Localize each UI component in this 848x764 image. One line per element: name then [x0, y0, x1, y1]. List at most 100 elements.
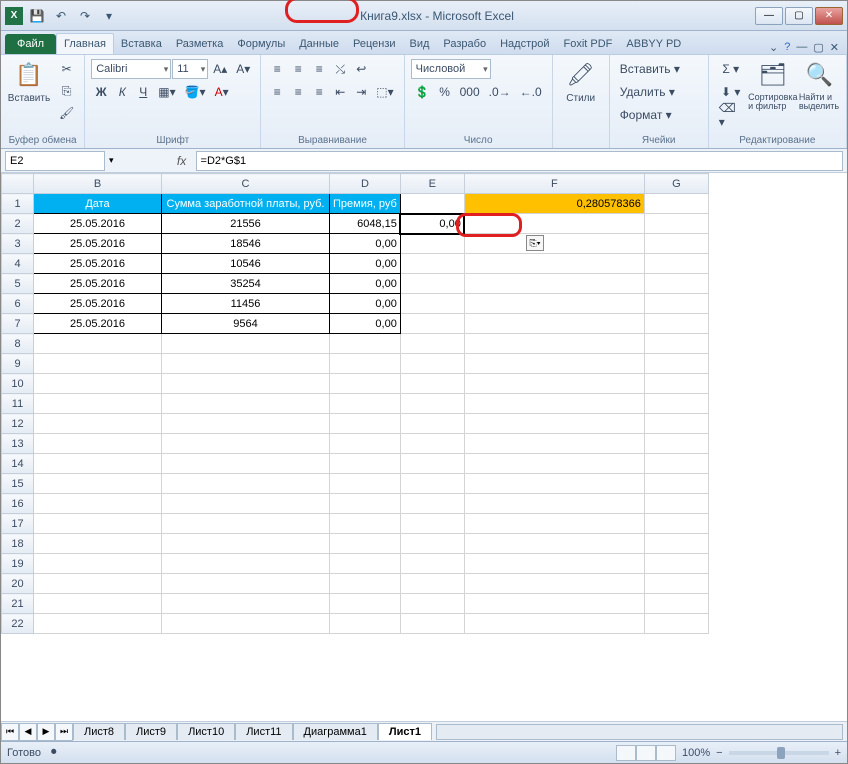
cell-D3[interactable]: 0,00: [330, 234, 401, 254]
zoom-in-button[interactable]: +: [835, 747, 841, 759]
cell-G6[interactable]: [644, 294, 708, 314]
cell-B5[interactable]: 25.05.2016: [34, 274, 162, 294]
cell-F19[interactable]: [464, 554, 644, 574]
name-box-dropdown-icon[interactable]: ▾: [109, 155, 114, 166]
border-button[interactable]: ▦▾: [154, 82, 179, 102]
cell-E4[interactable]: [400, 254, 464, 274]
cell-B20[interactable]: [34, 574, 162, 594]
cell-D21[interactable]: [330, 594, 401, 614]
decrease-font-button[interactable]: A▾: [232, 59, 254, 79]
cell-G18[interactable]: [644, 534, 708, 554]
row-header-2[interactable]: 2: [2, 214, 34, 234]
close-button[interactable]: ✕: [815, 7, 843, 25]
cell-B11[interactable]: [34, 394, 162, 414]
cell-C12[interactable]: [162, 414, 330, 434]
select-all-cell[interactable]: [2, 174, 34, 194]
autosum-button[interactable]: Σ ▾: [715, 59, 747, 79]
macro-record-icon[interactable]: ⏺: [51, 746, 57, 759]
minimize-ribbon-icon[interactable]: ⌄: [769, 41, 778, 54]
row-header-17[interactable]: 17: [2, 514, 34, 534]
tab-insert[interactable]: Вставка: [114, 34, 169, 54]
cell-E8[interactable]: [400, 334, 464, 354]
file-tab[interactable]: Файл: [5, 34, 56, 54]
align-right-button[interactable]: ≡: [309, 82, 329, 102]
cell-G1[interactable]: [644, 194, 708, 214]
cell-C4[interactable]: 10546: [162, 254, 330, 274]
wrap-text-button[interactable]: ↩: [351, 59, 371, 79]
cell-G7[interactable]: [644, 314, 708, 334]
tab-data[interactable]: Данные: [292, 34, 346, 54]
doc-close-icon[interactable]: ✕: [830, 41, 839, 54]
col-header-F[interactable]: F: [464, 174, 644, 194]
cell-C16[interactable]: [162, 494, 330, 514]
cell-G13[interactable]: [644, 434, 708, 454]
increase-decimal-button[interactable]: .0→: [485, 82, 515, 102]
tab-view[interactable]: Вид: [403, 34, 437, 54]
sheet-tab-Лист10[interactable]: Лист10: [177, 723, 235, 740]
sheet-nav-3[interactable]: ⏭: [55, 723, 73, 741]
autofill-options-icon[interactable]: ⎘▾: [526, 235, 544, 251]
cell-D14[interactable]: [330, 454, 401, 474]
align-top-button[interactable]: ≡: [267, 59, 287, 79]
tab-foxit[interactable]: Foxit PDF: [557, 34, 620, 54]
col-header-G[interactable]: G: [644, 174, 708, 194]
row-header-14[interactable]: 14: [2, 454, 34, 474]
doc-max-icon[interactable]: ▢: [813, 41, 823, 54]
cell-G12[interactable]: [644, 414, 708, 434]
tab-abbyy[interactable]: ABBYY PD: [619, 34, 688, 54]
cell-B12[interactable]: [34, 414, 162, 434]
cell-G21[interactable]: [644, 594, 708, 614]
cell-C3[interactable]: 18546: [162, 234, 330, 254]
cell-F6[interactable]: [464, 294, 644, 314]
cell-E17[interactable]: [400, 514, 464, 534]
cell-B19[interactable]: [34, 554, 162, 574]
sheet-nav-1[interactable]: ◀: [19, 723, 37, 741]
cell-B22[interactable]: [34, 614, 162, 634]
col-header-E[interactable]: E: [400, 174, 464, 194]
cell-D9[interactable]: [330, 354, 401, 374]
row-header-11[interactable]: 11: [2, 394, 34, 414]
cell-E2[interactable]: 0,00: [400, 214, 464, 234]
cell-E11[interactable]: [400, 394, 464, 414]
cell-G15[interactable]: [644, 474, 708, 494]
row-header-5[interactable]: 5: [2, 274, 34, 294]
row-header-15[interactable]: 15: [2, 474, 34, 494]
cell-D22[interactable]: [330, 614, 401, 634]
cell-D1[interactable]: Премия, руб: [330, 194, 401, 214]
cell-E15[interactable]: [400, 474, 464, 494]
sheet-tab-Лист8[interactable]: Лист8: [73, 723, 125, 740]
cell-C18[interactable]: [162, 534, 330, 554]
qat-more-icon[interactable]: ▾: [99, 6, 119, 26]
cell-G9[interactable]: [644, 354, 708, 374]
worksheet-area[interactable]: BCDEFG1ДатаСумма заработной платы, руб.П…: [1, 173, 847, 721]
row-header-4[interactable]: 4: [2, 254, 34, 274]
cell-D13[interactable]: [330, 434, 401, 454]
spreadsheet-grid[interactable]: BCDEFG1ДатаСумма заработной платы, руб.П…: [1, 173, 709, 634]
align-center-button[interactable]: ≡: [288, 82, 308, 102]
cell-B10[interactable]: [34, 374, 162, 394]
tab-layout[interactable]: Разметка: [169, 34, 231, 54]
col-header-C[interactable]: C: [162, 174, 330, 194]
fill-color-button[interactable]: 🪣▾: [181, 82, 210, 102]
cell-F7[interactable]: [464, 314, 644, 334]
cell-D10[interactable]: [330, 374, 401, 394]
cell-C2[interactable]: 21556: [162, 214, 330, 234]
cell-B4[interactable]: 25.05.2016: [34, 254, 162, 274]
cell-G8[interactable]: [644, 334, 708, 354]
cell-B18[interactable]: [34, 534, 162, 554]
fill-button[interactable]: ⬇ ▾: [715, 82, 747, 102]
cell-D16[interactable]: [330, 494, 401, 514]
name-box[interactable]: E2: [5, 151, 105, 171]
cell-E20[interactable]: [400, 574, 464, 594]
row-header-12[interactable]: 12: [2, 414, 34, 434]
sheet-tab-Лист1[interactable]: Лист1: [378, 723, 432, 740]
row-header-20[interactable]: 20: [2, 574, 34, 594]
row-header-3[interactable]: 3: [2, 234, 34, 254]
bold-button[interactable]: Ж: [91, 82, 111, 102]
cell-B1[interactable]: Дата: [34, 194, 162, 214]
number-format-combo[interactable]: Числовой: [411, 59, 491, 79]
cell-D4[interactable]: 0,00: [330, 254, 401, 274]
cell-C13[interactable]: [162, 434, 330, 454]
cell-B16[interactable]: [34, 494, 162, 514]
cell-G14[interactable]: [644, 454, 708, 474]
